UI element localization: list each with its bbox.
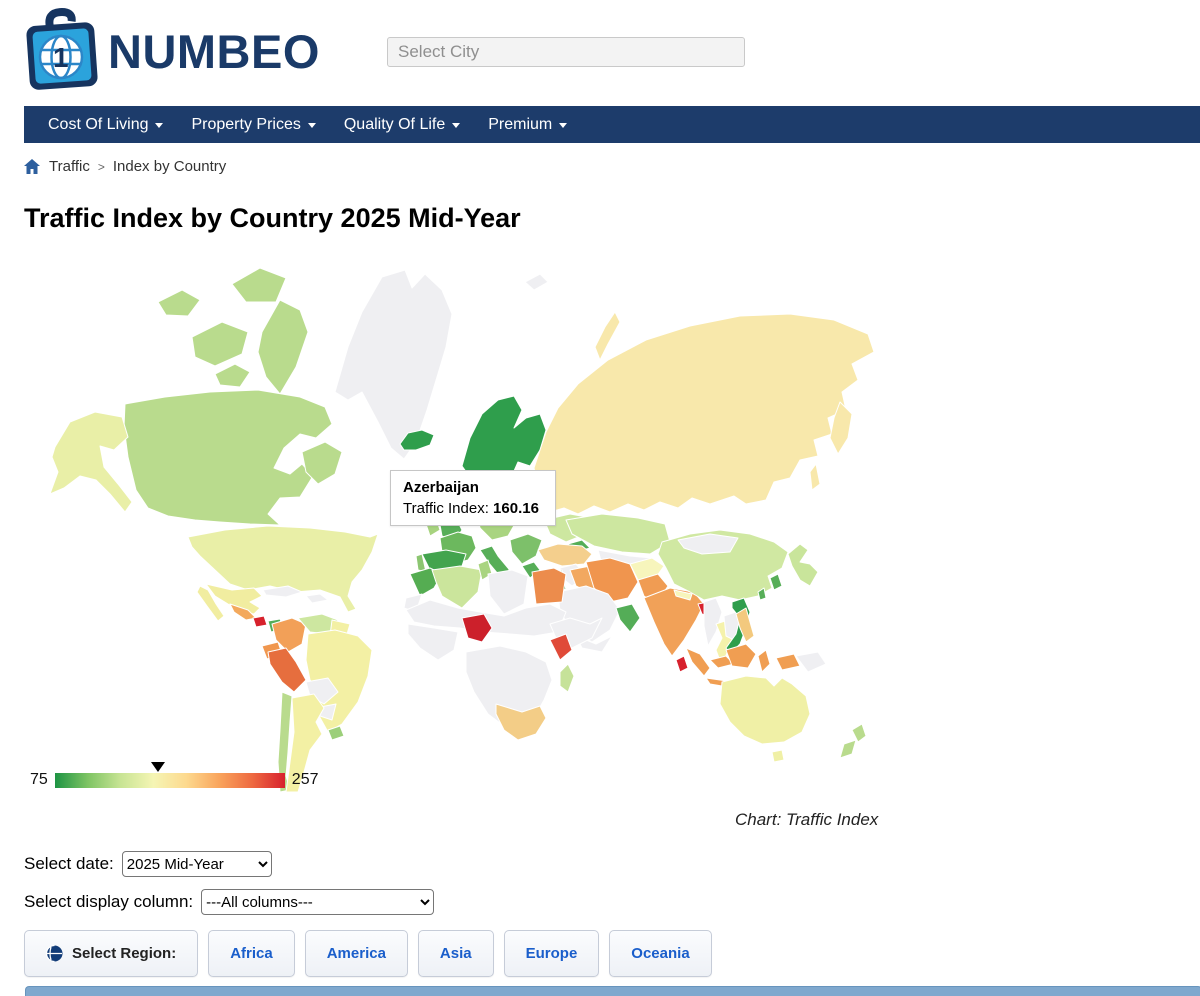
breadcrumb-index-by-country[interactable]: Index by Country [113,158,226,175]
select-date-label: Select date: [24,854,114,874]
select-date-row: Select date: 2025 Mid-Year [24,851,272,877]
chevron-down-icon [452,123,460,128]
country-peru[interactable] [268,648,306,692]
country-indonesia[interactable] [686,648,710,676]
tooltip-value: 160.16 [493,500,539,517]
country-west_africa[interactable] [408,624,458,660]
svg-text:1: 1 [53,42,69,73]
country-russia[interactable] [810,464,820,490]
breadcrumb-separator: > [98,160,105,174]
region-button-europe[interactable]: Europe [504,930,600,977]
nav-label: Property Prices [191,116,300,134]
country-canada[interactable] [124,390,332,525]
country-greenland[interactable] [335,270,452,459]
country-new_zealand[interactable] [852,724,866,742]
country-algeria[interactable] [432,566,482,608]
tooltip-value-line: Traffic Index: 160.16 [403,500,543,517]
region-button-row: Select Region: Africa America Asia Europ… [24,930,712,977]
nav-premium[interactable]: Premium [474,116,581,134]
country-libya[interactable] [488,570,528,614]
country-costa_rica[interactable] [253,616,267,627]
page-title: Traffic Index by Country 2025 Mid-Year [24,203,521,234]
chart-caption: Chart: Traffic Index [735,810,878,830]
globe-icon [46,945,63,962]
legend-min: 75 [30,771,48,789]
numbeo-logo-icon: 1 [24,8,102,94]
display-column-select[interactable]: ---All columns--- [201,889,434,915]
breadcrumb: Traffic > Index by Country [24,158,226,175]
country-svalbard[interactable] [525,274,548,290]
country-new_zealand[interactable] [840,740,856,758]
country-russia[interactable] [595,312,620,360]
country-balkans[interactable] [510,534,542,564]
country-papua_new_guinea[interactable] [796,652,826,672]
country-canada[interactable] [232,268,286,302]
chevron-down-icon [308,123,316,128]
legend-max: 257 [292,771,319,789]
country-japan[interactable] [788,544,818,586]
country-myanmar[interactable] [704,598,722,646]
nav-label: Quality Of Life [344,116,445,134]
country-canada[interactable] [158,290,200,316]
country-usa[interactable] [188,526,378,612]
main-nav: Cost Of Living Property Prices Quality O… [24,106,1200,143]
chevron-down-icon [155,123,163,128]
country-uae_oman[interactable] [616,604,640,632]
date-select[interactable]: 2025 Mid-Year [122,851,272,877]
country-hispaniola[interactable] [306,594,328,603]
numbeo-logo[interactable]: 1 NUMBEO [24,8,320,94]
country-sri_lanka[interactable] [676,656,688,672]
country-australia[interactable] [720,676,810,744]
country-canada[interactable] [215,364,250,387]
nav-label: Cost Of Living [48,116,148,134]
select-column-label: Select display column: [24,892,193,912]
country-india[interactable] [644,588,704,656]
country-turkey[interactable] [538,544,592,566]
chevron-down-icon [559,123,567,128]
map-legend: 75 257 [30,771,319,789]
region-button-africa[interactable]: Africa [208,930,295,977]
nav-property-prices[interactable]: Property Prices [177,116,329,134]
nav-cost-of-living[interactable]: Cost Of Living [34,116,177,134]
home-icon[interactable] [24,159,40,174]
tooltip-country: Azerbaijan [403,479,543,496]
region-button-oceania[interactable]: Oceania [609,930,711,977]
country-egypt[interactable] [532,568,566,604]
logo-text: NUMBEO [108,24,320,79]
country-indonesia[interactable] [758,650,770,672]
select-city-input[interactable] [387,37,745,67]
select-region-button[interactable]: Select Region: [24,930,198,977]
tooltip-metric-label: Traffic Index: [403,500,489,517]
country-canada[interactable] [258,300,308,394]
nav-label: Premium [488,116,552,134]
select-region-label: Select Region: [72,945,176,962]
select-column-row: Select display column: ---All columns--- [24,889,434,915]
country-australia[interactable] [772,750,784,762]
country-canada[interactable] [192,322,248,366]
country-russia[interactable] [534,314,874,514]
country-madagascar[interactable] [560,664,574,692]
region-button-america[interactable]: America [305,930,408,977]
nav-quality-of-life[interactable]: Quality Of Life [330,116,474,134]
breadcrumb-traffic[interactable]: Traffic [49,158,90,175]
legend-marker-icon [151,762,165,772]
country-alaska[interactable] [50,412,132,512]
region-button-asia[interactable]: Asia [418,930,494,977]
map-tooltip: Azerbaijan Traffic Index: 160.16 [390,470,556,526]
legend-gradient [55,773,285,788]
